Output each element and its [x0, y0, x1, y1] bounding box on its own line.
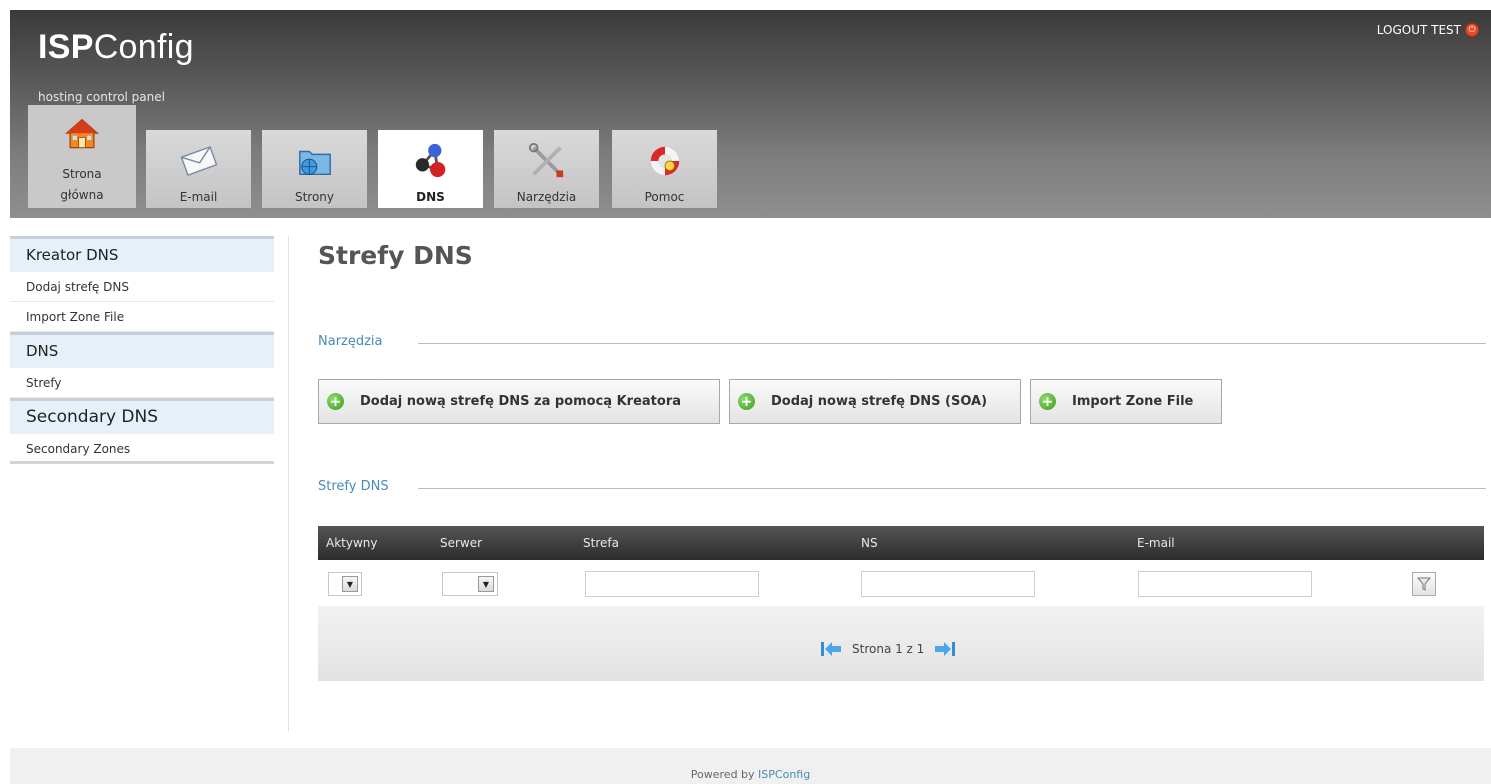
add-zone-wizard-button[interactable]: + Dodaj nową strefę DNS za pomocą Kreato…: [318, 379, 720, 424]
tab-email[interactable]: E-mail: [146, 130, 251, 208]
tab-pomoc[interactable]: Pomoc: [612, 130, 717, 208]
tab-pomoc-label: Pomoc: [644, 190, 685, 204]
tab-strony-label: Strony: [294, 190, 335, 204]
sidebar-divider: [288, 236, 289, 731]
zones-legend: Strefy DNS: [318, 479, 409, 494]
zones-divider: [418, 488, 1486, 489]
folder-globe-icon: [298, 150, 331, 176]
filter-email-input[interactable]: [1138, 571, 1312, 597]
column-header-email[interactable]: E-mail: [1137, 536, 1175, 550]
page-title: Strefy DNS: [318, 241, 473, 270]
column-header-serwer[interactable]: Serwer: [440, 536, 482, 550]
tools-icon: [528, 142, 563, 178]
sidebar-item-add-zone[interactable]: Dodaj strefę DNS: [10, 272, 274, 302]
filter-server-select[interactable]: ▼: [442, 572, 498, 596]
network-nodes-icon: [415, 143, 445, 178]
tab-strony[interactable]: Strony: [262, 130, 367, 208]
filter-button[interactable]: [1412, 572, 1436, 596]
column-header-ns[interactable]: NS: [861, 536, 878, 550]
logout-button[interactable]: LOGOUT TEST ⏻: [1377, 23, 1479, 37]
tab-dns[interactable]: DNS: [378, 130, 483, 208]
footer: Powered by ISPConfig: [10, 748, 1491, 784]
add-zone-wizard-label: Dodaj nową strefę DNS za pomocą Kreatora: [360, 394, 682, 409]
sidebar-item-secondary-zones[interactable]: Secondary Zones: [10, 434, 274, 464]
tab-home-label-2: główna: [60, 188, 104, 202]
page-indicator: Strona 1 z 1: [852, 642, 925, 656]
first-page-icon[interactable]: [820, 640, 842, 658]
footer-text: Powered by: [690, 768, 755, 781]
filter-row: ▼ ▼: [318, 560, 1484, 606]
footer-link[interactable]: ISPConfig: [758, 768, 810, 781]
funnel-icon: [1416, 577, 1432, 591]
table-header: Aktywny Serwer Strefa NS E-mail: [318, 526, 1484, 560]
sidebar-section-secondary-dns[interactable]: Secondary DNS: [10, 398, 274, 434]
filter-ns-input[interactable]: [861, 571, 1035, 597]
tab-narzedzia[interactable]: Narzędzia: [494, 130, 599, 208]
tab-email-label: E-mail: [179, 190, 218, 204]
tab-home[interactable]: Strona główna: [28, 105, 136, 208]
last-page-icon[interactable]: [934, 640, 956, 658]
column-header-strefa[interactable]: Strefa: [583, 536, 619, 550]
pager-row: Strona 1 z 1: [318, 606, 1484, 681]
app-logo[interactable]: ISPConfig: [38, 28, 194, 67]
filter-zone-input[interactable]: [585, 571, 759, 597]
sidebar-section-kreator-dns[interactable]: Kreator DNS: [10, 236, 274, 272]
sidebar: Kreator DNS Dodaj strefę DNS Import Zone…: [10, 236, 274, 464]
add-icon: +: [738, 393, 755, 410]
tab-dns-label: DNS: [416, 190, 445, 204]
add-zone-soa-label: Dodaj nową strefę DNS (SOA): [771, 394, 988, 409]
house-icon: [65, 118, 99, 149]
sidebar-item-import-zone-file[interactable]: Import Zone File: [10, 302, 274, 332]
chevron-down-icon: ▼: [342, 576, 358, 592]
sidebar-section-dns[interactable]: DNS: [10, 332, 274, 368]
tab-narzedzia-label: Narzędzia: [516, 190, 577, 204]
column-header-aktywny[interactable]: Aktywny: [326, 536, 378, 550]
tools-divider: [418, 343, 1486, 344]
import-zone-file-button[interactable]: + Import Zone File: [1030, 379, 1222, 424]
power-icon: ⏻: [1465, 23, 1479, 37]
add-icon: +: [327, 393, 344, 410]
app-tagline: hosting control panel: [38, 90, 165, 104]
import-zone-file-label: Import Zone File: [1072, 394, 1194, 409]
filter-active-select[interactable]: ▼: [328, 572, 362, 596]
lifebuoy-icon: [650, 146, 679, 176]
tools-legend: Narzędzia: [318, 334, 403, 349]
sidebar-item-zones[interactable]: Strefy: [10, 368, 274, 398]
tab-home-label-1: Strona: [62, 167, 102, 181]
add-zone-soa-button[interactable]: + Dodaj nową strefę DNS (SOA): [729, 379, 1021, 424]
add-icon: +: [1039, 393, 1056, 410]
chevron-down-icon: ▼: [478, 576, 494, 592]
pager: Strona 1 z 1: [820, 640, 956, 658]
envelope-icon: [180, 145, 217, 177]
logout-label: LOGOUT TEST: [1376, 23, 1461, 37]
